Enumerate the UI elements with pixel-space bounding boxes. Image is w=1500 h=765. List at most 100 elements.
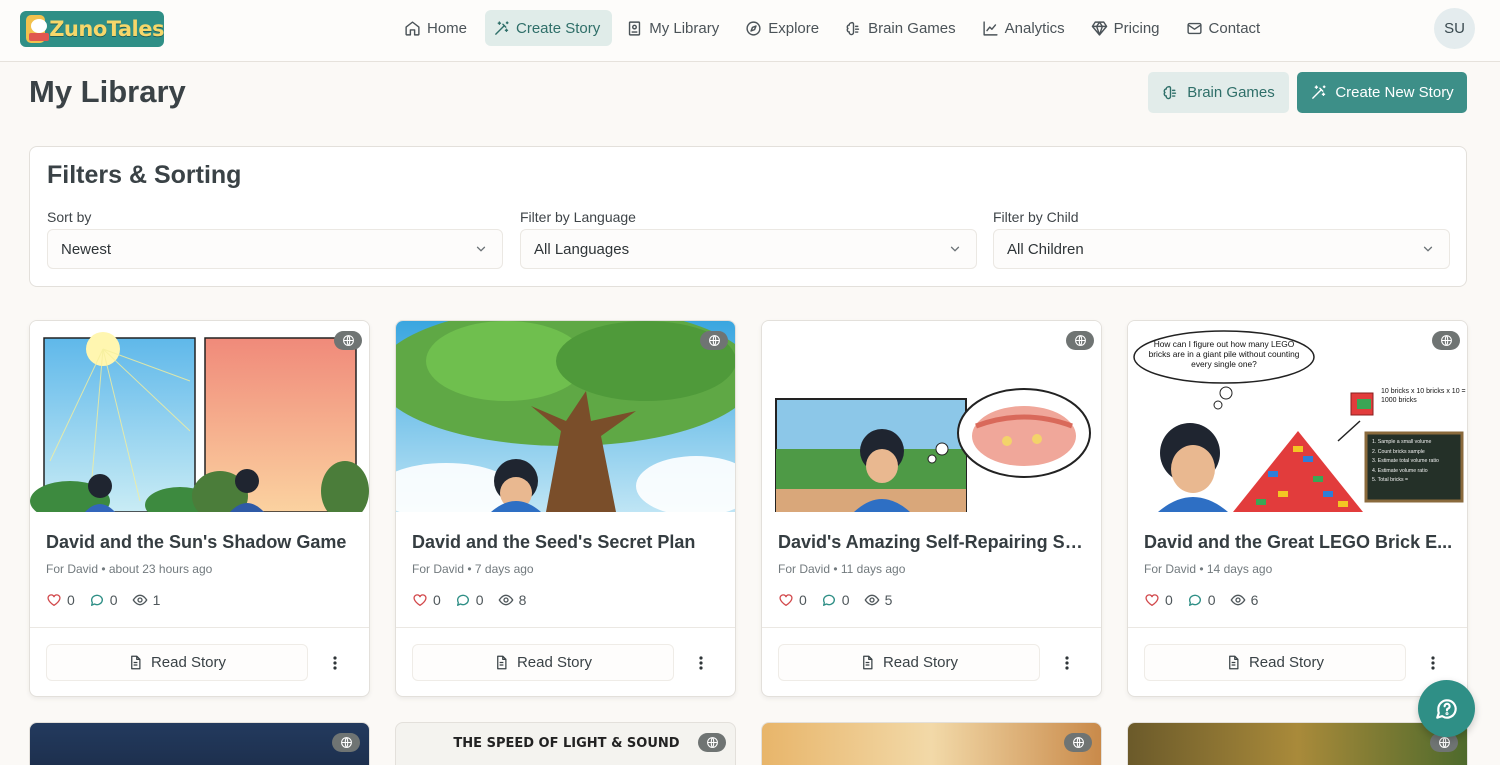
blackboard-step: 2. Count bricks sample <box>1372 448 1425 455</box>
read-story-button[interactable]: Read Story <box>778 644 1040 681</box>
story-card[interactable]: David and the Seed's Secret Plan For Dav… <box>395 320 736 697</box>
likes-count: 0 <box>1165 592 1173 608</box>
language-globe-badge <box>332 733 360 752</box>
more-options-button[interactable] <box>324 644 346 681</box>
story-cover-image <box>396 321 735 512</box>
chevron-down-icon <box>950 246 960 252</box>
brain-icon <box>846 21 860 35</box>
blackboard-step: 5. Total bricks = <box>1372 477 1409 483</box>
nav-my-library[interactable]: My Library <box>618 10 731 46</box>
zunotales-logo[interactable]: ZunoTales <box>20 11 164 47</box>
cover-title-text: THE SPEED OF LIGHT & SOUND <box>453 736 680 751</box>
comments-count: 0 <box>109 592 118 608</box>
comments-stat[interactable]: 0 <box>455 592 484 608</box>
likes-count: 0 <box>433 592 441 608</box>
story-card-partial[interactable] <box>1127 722 1468 765</box>
home-icon <box>405 20 420 36</box>
story-title[interactable]: David and the Great LEGO Brick E... <box>1144 532 1456 553</box>
story-stats: 0 0 8 <box>412 592 526 608</box>
story-stats: 0 0 1 <box>46 592 160 608</box>
story-card[interactable]: David and the Sun's Shadow Game For Davi… <box>29 320 370 697</box>
chat-support-button[interactable] <box>1418 680 1475 737</box>
story-cover-image <box>30 321 369 512</box>
language-globe-badge <box>698 733 726 752</box>
brain-games-button[interactable]: Brain Games <box>1148 72 1289 113</box>
child-select[interactable]: All Children <box>993 229 1450 269</box>
nav-pricing[interactable]: Pricing <box>1083 10 1172 46</box>
views-count: 8 <box>518 592 527 608</box>
read-story-button[interactable]: Read Story <box>46 644 308 681</box>
story-card-partial[interactable] <box>29 722 370 765</box>
nav-contact[interactable]: Contact <box>1178 10 1273 46</box>
comment-icon <box>1188 594 1201 606</box>
child-select-value: All Children <box>1007 240 1084 258</box>
story-card[interactable]: How can I figure out how many LEGO brick… <box>1127 320 1468 697</box>
language-globe-badge <box>1064 733 1092 752</box>
language-select[interactable]: All Languages <box>520 229 977 269</box>
create-new-story-button-label: Create New Story <box>1335 84 1454 101</box>
more-vertical-icon <box>1431 655 1435 670</box>
read-story-button[interactable]: Read Story <box>1144 644 1406 681</box>
sort-label: Sort by <box>47 209 92 225</box>
likes-count: 0 <box>799 592 807 608</box>
comments-count: 0 <box>841 592 850 608</box>
likes-stat[interactable]: 0 <box>778 592 807 608</box>
more-options-button[interactable] <box>1056 644 1078 681</box>
story-card[interactable]: David's Amazing Self-Repairing Skin For … <box>761 320 1102 697</box>
chevron-down-icon <box>1423 246 1433 252</box>
views-stat: 5 <box>864 592 892 608</box>
read-story-button[interactable]: Read Story <box>412 644 674 681</box>
language-globe-badge <box>1066 331 1094 350</box>
document-icon <box>1229 655 1239 670</box>
comments-stat[interactable]: 0 <box>1187 592 1216 608</box>
card-divider <box>396 627 735 628</box>
story-cover-image: How can I figure out how many LEGO brick… <box>1128 321 1467 512</box>
comment-icon <box>90 594 103 606</box>
user-avatar[interactable]: SU <box>1434 8 1475 49</box>
comments-stat[interactable]: 0 <box>89 592 118 608</box>
story-card-partial[interactable] <box>761 722 1102 765</box>
story-title[interactable]: David and the Sun's Shadow Game <box>46 532 358 553</box>
nav-brain-games-label: Brain Games <box>868 19 956 37</box>
globe-icon <box>1438 737 1450 748</box>
likes-stat[interactable]: 0 <box>412 592 441 608</box>
likes-stat[interactable]: 0 <box>46 592 75 608</box>
brain-games-button-label: Brain Games <box>1187 84 1275 101</box>
nav-analytics[interactable]: Analytics <box>974 10 1077 46</box>
story-title[interactable]: David's Amazing Self-Repairing Skin <box>778 532 1090 553</box>
read-story-label: Read Story <box>1248 654 1325 671</box>
eye-icon <box>498 594 514 606</box>
story-cover-image <box>762 321 1101 512</box>
sort-select[interactable]: Newest <box>47 229 503 269</box>
more-options-button[interactable] <box>1422 644 1444 681</box>
document-icon <box>131 655 141 670</box>
blackboard-step: 4. Estimate volume ratio <box>1372 467 1428 474</box>
blackboard-steps: 1. Sample a small volume 2. Count bricks… <box>1372 438 1458 486</box>
views-stat: 1 <box>132 592 160 608</box>
nav-explore[interactable]: Explore <box>737 10 831 46</box>
nav-home[interactable]: Home <box>396 10 479 46</box>
document-icon <box>497 655 507 670</box>
story-title[interactable]: David and the Seed's Secret Plan <box>412 532 724 553</box>
book-icon <box>629 20 641 36</box>
language-select-value: All Languages <box>534 240 630 258</box>
logo-text: ZunoTales <box>49 17 164 41</box>
story-stats: 0 0 5 <box>778 592 892 608</box>
likes-stat[interactable]: 0 <box>1144 592 1173 608</box>
likes-count: 0 <box>67 592 75 608</box>
chevron-down-icon <box>476 246 486 252</box>
card-divider <box>762 627 1101 628</box>
read-story-label: Read Story <box>882 654 959 671</box>
eye-icon <box>132 594 148 606</box>
filters-title: Filters & Sorting <box>47 161 242 189</box>
sort-select-value: Newest <box>61 240 112 258</box>
create-new-story-button[interactable]: Create New Story <box>1297 72 1467 113</box>
nav-brain-games[interactable]: Brain Games <box>837 10 968 46</box>
nav-create-story[interactable]: Create Story <box>485 10 613 46</box>
filters-panel: Filters & Sorting Sort by Newest Filter … <box>29 146 1467 287</box>
magic-wand-icon <box>495 20 509 35</box>
story-card-partial[interactable]: THE SPEED OF LIGHT & SOUND <box>395 722 736 765</box>
more-options-button[interactable] <box>690 644 712 681</box>
comments-stat[interactable]: 0 <box>821 592 850 608</box>
story-meta: For David • 11 days ago <box>778 562 906 576</box>
